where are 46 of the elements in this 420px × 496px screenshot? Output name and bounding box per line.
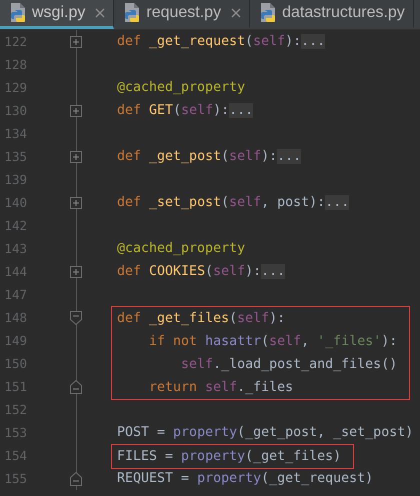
code-line: def _get_request(self):... (117, 34, 326, 49)
line-number: 140 (3, 195, 27, 210)
code-line: def _get_files(self): (117, 311, 286, 326)
line-number: 153 (3, 425, 27, 440)
line-number: 135 (3, 149, 27, 164)
line-number: 134 (3, 126, 27, 141)
line-number: 142 (3, 218, 27, 233)
expand-fold-icon[interactable] (70, 150, 82, 162)
line-number: 152 (3, 402, 27, 417)
code-line: POST = property(_get_post, _set_post) (117, 425, 414, 440)
code-line: def _get_post(self):... (117, 149, 302, 164)
line-number: 129 (3, 80, 27, 95)
collapse-fold-icon[interactable] (70, 310, 82, 324)
code-line: self._load_post_and_files() (180, 357, 398, 372)
close-icon[interactable] (95, 8, 106, 18)
line-number: 144 (3, 264, 27, 279)
code-line: def GET(self):... (117, 103, 254, 118)
line-number: 151 (3, 379, 27, 394)
code-line: def COOKIES(self):... (117, 264, 286, 279)
line-number: 130 (3, 103, 27, 118)
code-line: if not hasattr(self, '_files'): (148, 334, 398, 349)
line-number: 122 (3, 34, 27, 49)
close-icon[interactable] (231, 8, 242, 18)
code-line: REQUEST = property(_get_request) (117, 471, 374, 486)
line-number: 154 (3, 448, 27, 463)
code-line: FILES = property(_get_files) (117, 449, 342, 464)
code-line: def _set_post(self, post):... (117, 195, 350, 210)
expand-fold-icon[interactable] (70, 36, 82, 48)
code-line: @cached_property (117, 241, 246, 256)
editor-tab[interactable]: wsgi.py (0, 0, 114, 29)
line-number: 148 (3, 310, 27, 325)
line-number: 139 (3, 172, 27, 187)
line-number: 150 (3, 356, 27, 371)
line-number: 149 (3, 333, 27, 348)
expand-fold-icon[interactable] (70, 104, 82, 116)
line-number: 128 (3, 57, 27, 72)
collapse-fold-icon[interactable] (70, 380, 82, 394)
line-number: 147 (3, 287, 27, 302)
collapse-fold-icon[interactable] (70, 472, 82, 486)
expand-fold-icon[interactable] (70, 266, 82, 278)
line-number: 143 (3, 241, 27, 256)
code-line: @cached_property (117, 80, 246, 95)
expand-fold-icon[interactable] (70, 196, 82, 208)
line-number: 155 (3, 471, 27, 486)
code-line: return self._files (148, 380, 294, 395)
python-file-icon (8, 2, 28, 24)
